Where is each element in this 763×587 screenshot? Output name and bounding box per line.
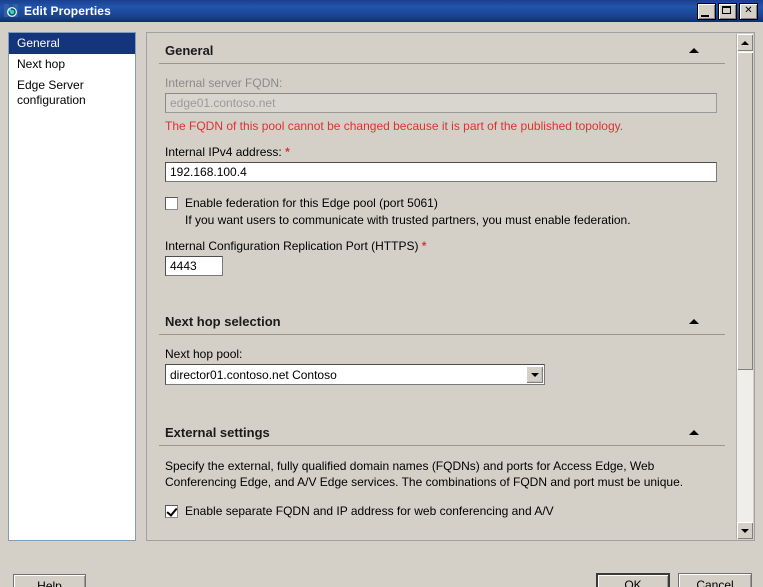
maximize-button[interactable] [718, 2, 737, 20]
maximize-icon [722, 5, 731, 14]
fqdn-error-message: The FQDN of this pool cannot be changed … [165, 119, 624, 133]
external-settings-description: Specify the external, fully qualified do… [165, 459, 684, 489]
scrollbar-up-button[interactable] [737, 34, 753, 51]
section-title-general: General [165, 43, 214, 58]
minimize-icon [701, 14, 709, 17]
triangle-up-icon[interactable] [689, 48, 699, 53]
internal-server-fqdn-input: edge01.contoso.net [165, 93, 717, 113]
window-controls: ✕ [697, 2, 758, 20]
triangle-down-icon [741, 528, 749, 533]
sidebar-item-edge-server-configuration[interactable]: Edge Server configuration [9, 75, 135, 111]
next-hop-pool-dropdown[interactable]: director01.contoso.net Contoso [165, 364, 545, 385]
settings-scroll-content: General Internal server FQDN: edge01.con… [147, 33, 737, 540]
dialog-body: General Next hop Edge Server configurati… [0, 22, 763, 587]
topology-builder-icon [4, 3, 20, 19]
cancel-button[interactable]: Cancel [678, 573, 752, 587]
next-hop-pool-label: Next hop pool: [165, 347, 243, 361]
internal-ipv4-label-text: Internal IPv4 address: [165, 145, 282, 159]
triangle-up-icon [741, 40, 749, 45]
scrollbar-down-button[interactable] [737, 522, 753, 539]
settings-panel: General Internal server FQDN: edge01.con… [146, 32, 755, 541]
internal-ipv4-input[interactable]: 192.168.100.4 [165, 162, 717, 182]
edit-properties-dialog: Edit Properties ✕ General Next hop Edge … [0, 0, 763, 587]
close-button[interactable]: ✕ [739, 2, 758, 20]
enable-federation-help-text: If you want users to communicate with tr… [185, 213, 631, 227]
separate-fqdn-label: Enable separate FQDN and IP address for … [185, 504, 554, 518]
replication-port-input[interactable]: 4443 [165, 256, 223, 276]
section-header-next-hop[interactable]: Next hop selection [159, 312, 725, 335]
required-asterisk-ipv4: * [285, 145, 290, 159]
chevron-down-glyph [530, 372, 539, 377]
scrollbar-thumb[interactable] [737, 52, 753, 370]
next-hop-pool-value: director01.contoso.net Contoso [170, 367, 337, 382]
ok-button[interactable]: OK [596, 573, 670, 587]
separate-fqdn-checkbox[interactable] [165, 505, 178, 518]
internal-ipv4-label: Internal IPv4 address: * [165, 145, 725, 159]
required-asterisk-port: * [421, 239, 427, 253]
enable-federation-label: Enable federation for this Edge pool (po… [185, 196, 438, 210]
section-title-external-settings: External settings [165, 425, 270, 440]
minimize-button[interactable] [697, 2, 716, 20]
triangle-up-icon[interactable] [689, 319, 699, 324]
replication-port-label: Internal Configuration Replication Port … [165, 239, 725, 253]
section-header-general[interactable]: General [159, 41, 725, 64]
enable-federation-row[interactable]: Enable federation for this Edge pool (po… [165, 196, 725, 210]
internal-server-fqdn-label: Internal server FQDN: [165, 76, 283, 90]
navigation-list[interactable]: General Next hop Edge Server configurati… [8, 32, 136, 541]
triangle-up-icon[interactable] [689, 430, 699, 435]
separate-fqdn-row[interactable]: Enable separate FQDN and IP address for … [165, 504, 725, 518]
title-bar: Edit Properties ✕ [0, 0, 763, 22]
sidebar-item-general[interactable]: General [9, 33, 135, 54]
help-button[interactable]: Help [13, 574, 86, 587]
close-icon: ✕ [744, 5, 753, 16]
section-header-external-settings[interactable]: External settings [159, 423, 725, 446]
enable-federation-checkbox[interactable] [165, 197, 178, 210]
replication-port-label-text: Internal Configuration Replication Port … [165, 239, 419, 253]
section-title-next-hop: Next hop selection [165, 314, 281, 329]
window-title: Edit Properties [24, 4, 111, 18]
chevron-down-icon[interactable] [526, 366, 543, 383]
sidebar-item-next-hop[interactable]: Next hop [9, 54, 135, 75]
panel-scrollbar[interactable] [736, 34, 753, 539]
